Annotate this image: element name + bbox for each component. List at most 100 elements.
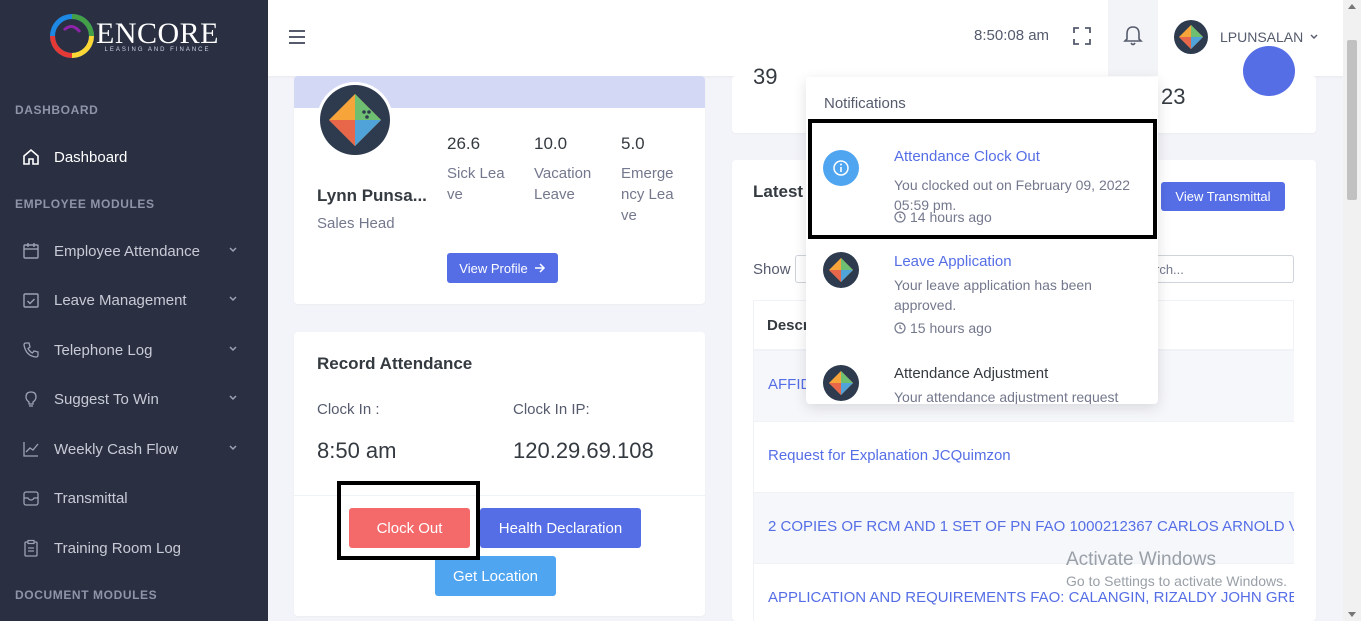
clock-out-button[interactable]: Clock Out <box>349 508 470 548</box>
sidebar-item-label: Leave Management <box>54 291 187 309</box>
latest-title: Latest <box>753 182 804 201</box>
show-entries-label: Show <box>753 261 791 278</box>
encore-logo-icon <box>50 14 94 58</box>
record-attendance-card: Record Attendance Clock In : Clock In IP… <box>294 332 705 616</box>
scrollbar-thumb[interactable] <box>1347 40 1357 200</box>
sidebar-item-label: Transmittal <box>54 489 128 507</box>
stat-value: 23 <box>1161 84 1186 109</box>
avatar <box>823 252 859 288</box>
fullscreen-icon[interactable] <box>1072 26 1092 46</box>
activate-windows-watermark: Activate Windows Go to Settings to activ… <box>1066 549 1287 589</box>
chevron-down-icon <box>229 445 237 451</box>
page-scrollbar[interactable] <box>1343 0 1361 621</box>
profile-name: Lynn Punsa... <box>317 186 427 205</box>
clock-in-ip-label: Clock In IP: <box>513 401 590 418</box>
sidebar-item-label: Suggest To Win <box>54 390 159 408</box>
stat-icon <box>1243 46 1295 96</box>
chevron-down-icon <box>229 346 237 352</box>
sidebar-item-leave-management[interactable]: Leave Management <box>0 280 268 320</box>
sidebar-item-label: Weekly Cash Flow <box>54 440 178 458</box>
sidebar-item-suggest-to-win[interactable]: Suggest To Win <box>0 379 268 419</box>
sick-leave-label: Sick Leave <box>447 165 505 203</box>
vacation-leave-value: 10.0 <box>534 134 568 153</box>
section-document-modules: DOCUMENT MODULES <box>15 588 158 602</box>
scroll-down-icon[interactable] <box>1348 612 1356 617</box>
notification-body: Your leave application has been approved… <box>894 277 1092 313</box>
user-menu[interactable]: LPUNSALAN <box>1174 20 1318 54</box>
get-location-button[interactable]: Get Location <box>435 556 556 596</box>
record-attendance-title: Record Attendance <box>317 354 473 373</box>
chevron-down-icon <box>229 296 237 302</box>
sidebar-item-label: Telephone Log <box>54 341 153 359</box>
clock-icon <box>894 322 906 334</box>
notification-body: Your attendance adjustment request <box>894 389 1119 404</box>
notifications-dropdown: Notifications Attendance Clock Out You c… <box>806 77 1158 404</box>
divider <box>294 495 705 496</box>
sidebar: ENCORE LEASING AND FINANCE DASHBOARD Das… <box>0 0 268 621</box>
clipboard-icon <box>22 539 40 557</box>
chevron-down-icon <box>229 247 237 253</box>
topbar: 8:50:08 am LPUNSALAN <box>268 0 1343 76</box>
chevron-down-icon <box>1310 34 1318 39</box>
sidebar-item-weekly-cash-flow[interactable]: Weekly Cash Flow <box>0 429 268 469</box>
sidebar-item-transmittal[interactable]: Transmittal <box>0 478 268 518</box>
sidebar-item-dashboard[interactable]: Dashboard <box>0 137 268 177</box>
vacation-leave-label: Vacation Leave <box>534 165 592 203</box>
notification-item[interactable]: Attendance Clock Out You clocked out on … <box>806 132 1158 244</box>
stat-value: 39 <box>753 64 778 89</box>
notification-time: 14 hours ago <box>910 209 992 225</box>
clock-in-ip-value: 120.29.69.108 <box>513 438 654 463</box>
info-icon <box>823 150 859 186</box>
watermark-title: Activate Windows <box>1066 549 1216 570</box>
brand-tagline: LEASING AND FINANCE <box>104 47 211 53</box>
bell-icon <box>1123 26 1143 46</box>
notification-title: Attendance Clock Out <box>894 148 1040 165</box>
phone-icon <box>22 341 40 359</box>
watermark-subtitle: Go to Settings to activate Windows. <box>1066 573 1287 589</box>
section-employee-modules: EMPLOYEE MODULES <box>15 197 155 211</box>
notification-title: Leave Application <box>894 253 1012 270</box>
calendar-icon <box>22 242 40 260</box>
username: LPUNSALAN <box>1220 29 1304 45</box>
sidebar-item-label: Employee Attendance <box>54 242 200 260</box>
notification-title: Attendance Adjustment <box>894 365 1049 382</box>
sidebar-item-label: Training Room Log <box>54 539 182 557</box>
avatar <box>1174 20 1208 54</box>
sidebar-item-employee-attendance[interactable]: Employee Attendance <box>0 231 268 271</box>
view-transmittal-button[interactable]: View Transmittal <box>1161 182 1285 211</box>
lightbulb-icon <box>22 390 40 408</box>
notification-item[interactable]: Leave Application Your leave application… <box>806 243 1158 355</box>
profile-card: Lynn Punsa... Sales Head 26.6 Sick Leave… <box>294 76 705 304</box>
arrow-right-icon <box>534 263 545 273</box>
notifications-button[interactable] <box>1108 0 1158 76</box>
profile-avatar <box>317 82 393 158</box>
emergency-leave-label: Emergency Leave <box>621 165 674 224</box>
chevron-down-icon <box>229 395 237 401</box>
sidebar-item-training-room-log[interactable]: Training Room Log <box>0 528 268 568</box>
line-chart-icon <box>22 440 40 458</box>
table-row[interactable]: Request for Explanation JCQuimzon <box>753 422 1294 493</box>
clock-in-label: Clock In : <box>317 401 380 418</box>
scroll-up-icon[interactable] <box>1348 4 1356 9</box>
view-profile-label: View Profile <box>459 260 528 276</box>
inbox-icon <box>22 489 40 507</box>
clock-icon <box>894 211 906 223</box>
avatar <box>823 365 859 401</box>
notification-time: 15 hours ago <box>910 320 992 336</box>
view-profile-button[interactable]: View Profile <box>447 253 558 283</box>
current-time: 8:50:08 am <box>974 27 1050 44</box>
sick-leave-value: 26.6 <box>447 134 481 153</box>
hamburger-menu-icon[interactable] <box>288 28 306 46</box>
sidebar-item-telephone-log[interactable]: Telephone Log <box>0 330 268 370</box>
calendar-check-icon <box>22 291 40 309</box>
notification-item[interactable]: Attendance Adjustment Your attendance ad… <box>806 355 1158 404</box>
profile-role: Sales Head <box>317 215 395 232</box>
brand-logo[interactable]: ENCORE LEASING AND FINANCE <box>50 14 219 58</box>
notifications-title: Notifications <box>824 95 906 112</box>
home-icon <box>22 148 40 166</box>
health-declaration-button[interactable]: Health Declaration <box>480 508 641 548</box>
emergency-leave-value: 5.0 <box>621 134 645 153</box>
section-dashboard: DASHBOARD <box>15 103 99 117</box>
sidebar-item-label: Dashboard <box>54 148 128 166</box>
brand-name: ENCORE <box>96 17 219 50</box>
